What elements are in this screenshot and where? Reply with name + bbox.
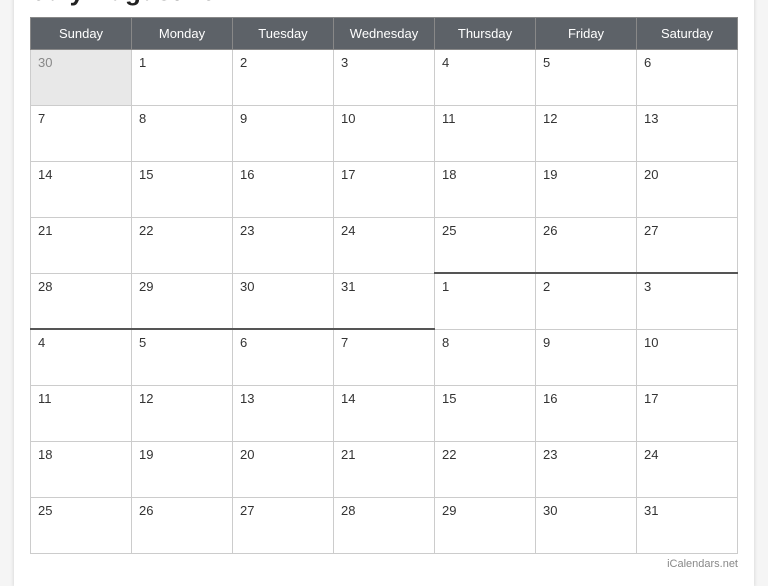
calendar-cell: 21 [31, 217, 132, 273]
calendar-cell: 4 [435, 49, 536, 105]
header-day-tuesday: Tuesday [233, 17, 334, 49]
week-row-8: 25262728293031 [31, 497, 738, 553]
calendar-cell: 26 [536, 217, 637, 273]
calendar-cell: 22 [435, 441, 536, 497]
calendar-cell: 27 [637, 217, 738, 273]
calendar-cell: 10 [334, 105, 435, 161]
calendar-cell: 14 [334, 385, 435, 441]
calendar-cell: 15 [132, 161, 233, 217]
calendar-cell: 24 [637, 441, 738, 497]
calendar-cell: 16 [233, 161, 334, 217]
calendar-cell: 30 [31, 49, 132, 105]
calendar-cell: 30 [536, 497, 637, 553]
calendar-cell: 20 [233, 441, 334, 497]
calendar-body: 3012345678910111213141516171819202122232… [31, 49, 738, 553]
calendar-cell: 18 [31, 441, 132, 497]
week-row-6: 11121314151617 [31, 385, 738, 441]
calendar-cell: 13 [233, 385, 334, 441]
calendar-cell: 20 [637, 161, 738, 217]
calendar-cell: 7 [334, 329, 435, 385]
calendar-cell: 29 [435, 497, 536, 553]
header-day-monday: Monday [132, 17, 233, 49]
calendar-title: July August 2024 [30, 0, 738, 7]
calendar-cell: 11 [435, 105, 536, 161]
calendar-cell: 17 [637, 385, 738, 441]
header-row: SundayMondayTuesdayWednesdayThursdayFrid… [31, 17, 738, 49]
calendar-cell: 5 [132, 329, 233, 385]
calendar-cell: 19 [536, 161, 637, 217]
calendar-table: SundayMondayTuesdayWednesdayThursdayFrid… [30, 17, 738, 554]
calendar-cell: 3 [334, 49, 435, 105]
calendar-cell: 19 [132, 441, 233, 497]
calendar-cell: 25 [435, 217, 536, 273]
calendar-cell: 8 [435, 329, 536, 385]
calendar-cell: 24 [334, 217, 435, 273]
calendar-cell: 22 [132, 217, 233, 273]
calendar-cell: 21 [334, 441, 435, 497]
header-day-friday: Friday [536, 17, 637, 49]
calendar-cell: 4 [31, 329, 132, 385]
week-row-7: 18192021222324 [31, 441, 738, 497]
calendar-cell: 8 [132, 105, 233, 161]
calendar-cell: 6 [637, 49, 738, 105]
calendar-cell: 25 [31, 497, 132, 553]
calendar-cell: 9 [233, 105, 334, 161]
calendar-cell: 27 [233, 497, 334, 553]
calendar-header: SundayMondayTuesdayWednesdayThursdayFrid… [31, 17, 738, 49]
calendar-cell: 17 [334, 161, 435, 217]
calendar-cell: 9 [536, 329, 637, 385]
calendar-cell: 3 [637, 273, 738, 329]
calendar-cell: 14 [31, 161, 132, 217]
calendar-cell: 13 [637, 105, 738, 161]
header-day-sunday: Sunday [31, 17, 132, 49]
watermark: iCalendars.net [30, 554, 738, 570]
calendar-cell: 28 [31, 273, 132, 329]
calendar-container: July August 2024 SundayMondayTuesdayWedn… [14, 0, 754, 586]
header-day-wednesday: Wednesday [334, 17, 435, 49]
calendar-cell: 31 [637, 497, 738, 553]
calendar-cell: 1 [435, 273, 536, 329]
week-row-1: 78910111213 [31, 105, 738, 161]
calendar-cell: 15 [435, 385, 536, 441]
calendar-cell: 30 [233, 273, 334, 329]
calendar-cell: 28 [334, 497, 435, 553]
calendar-cell: 1 [132, 49, 233, 105]
calendar-cell: 26 [132, 497, 233, 553]
calendar-cell: 11 [31, 385, 132, 441]
week-row-5: 45678910 [31, 329, 738, 385]
calendar-cell: 18 [435, 161, 536, 217]
calendar-cell: 29 [132, 273, 233, 329]
calendar-cell: 12 [132, 385, 233, 441]
calendar-cell: 6 [233, 329, 334, 385]
calendar-cell: 23 [536, 441, 637, 497]
week-row-2: 14151617181920 [31, 161, 738, 217]
calendar-cell: 7 [31, 105, 132, 161]
calendar-cell: 5 [536, 49, 637, 105]
calendar-cell: 31 [334, 273, 435, 329]
week-row-0: 30123456 [31, 49, 738, 105]
calendar-cell: 2 [233, 49, 334, 105]
week-row-4: 28293031123 [31, 273, 738, 329]
header-day-saturday: Saturday [637, 17, 738, 49]
calendar-cell: 2 [536, 273, 637, 329]
calendar-cell: 23 [233, 217, 334, 273]
calendar-cell: 16 [536, 385, 637, 441]
header-day-thursday: Thursday [435, 17, 536, 49]
calendar-cell: 12 [536, 105, 637, 161]
week-row-3: 21222324252627 [31, 217, 738, 273]
calendar-cell: 10 [637, 329, 738, 385]
